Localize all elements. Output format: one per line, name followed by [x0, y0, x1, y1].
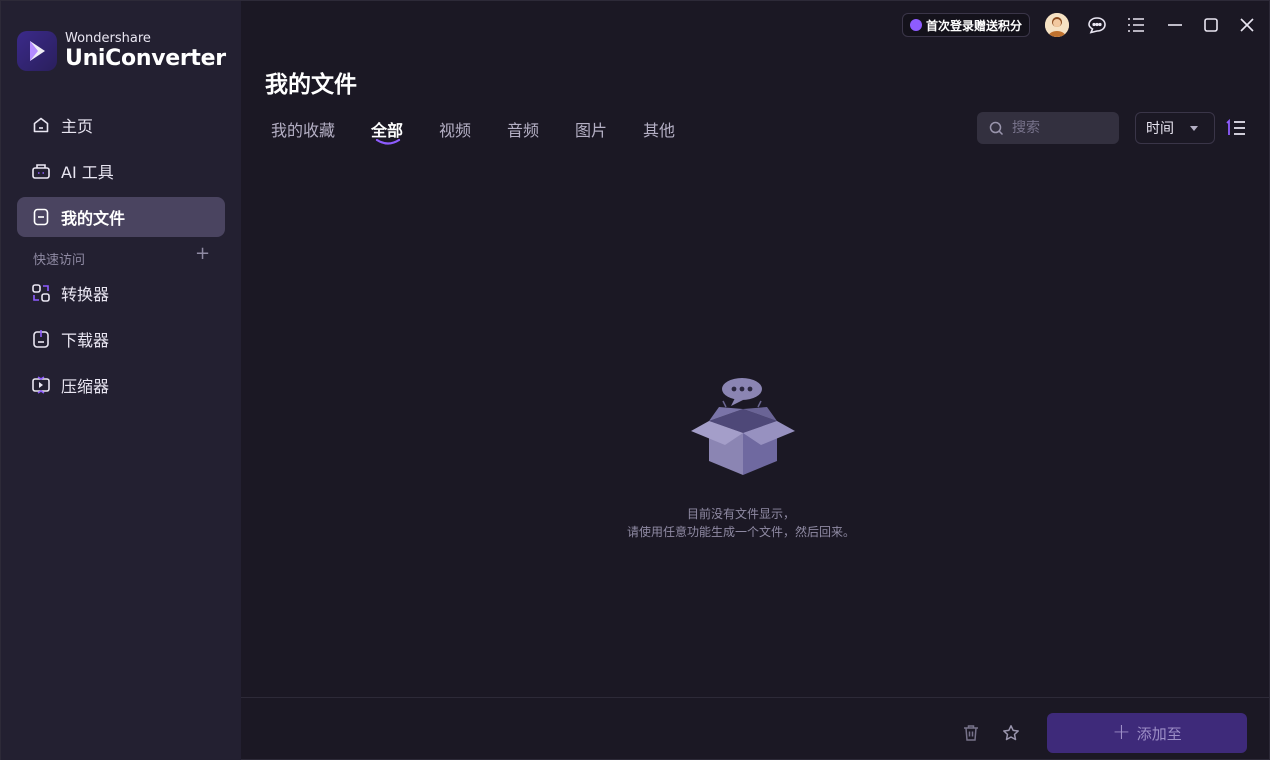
maximize-icon[interactable] — [1201, 15, 1221, 35]
sidebar-item-compressor[interactable]: 压缩器 — [17, 365, 225, 405]
tab-all[interactable]: 全部 — [371, 117, 403, 141]
search-input[interactable] — [1012, 120, 1112, 136]
tab-video[interactable]: 视频 — [439, 117, 471, 141]
menu-icon[interactable] — [1126, 15, 1146, 35]
promo-label: 首次登录赠送积分 — [926, 18, 1023, 33]
sidebar-item-converter[interactable]: 转换器 — [17, 273, 225, 313]
chevron-down-icon — [1190, 126, 1198, 131]
star-icon[interactable] — [1001, 723, 1021, 743]
tab-favorites[interactable]: 我的收藏 — [271, 117, 335, 141]
empty-state-message: 目前没有文件显示， 请使用任意功能生成一个文件，然后回来。 — [541, 505, 941, 541]
brand-name: Wondershare — [65, 31, 151, 46]
uniconverter-logo-icon — [17, 31, 57, 71]
add-to-button[interactable]: + 添加至 — [1047, 713, 1247, 753]
add-to-label: 添加至 — [1136, 724, 1182, 743]
search-icon — [989, 121, 1004, 135]
sidebar-item-label: AI 工具 — [61, 163, 114, 182]
points-icon — [910, 19, 922, 31]
plus-icon: + — [1112, 720, 1131, 745]
footer-divider — [241, 697, 1270, 698]
sidebar-item-my-files[interactable]: 我的文件 — [17, 197, 225, 237]
page-title: 我的文件 — [265, 72, 357, 98]
tab-audio[interactable]: 音频 — [507, 117, 539, 141]
feedback-icon[interactable] — [1087, 15, 1107, 35]
sidebar-item-ai-tools[interactable]: AI 工具 — [17, 151, 225, 191]
ai-tools-icon — [31, 161, 51, 181]
downloader-icon — [31, 329, 51, 349]
sidebar-item-label: 我的文件 — [61, 209, 126, 228]
quick-access-label: 快速访问 — [33, 253, 86, 268]
sidebar-item-label: 压缩器 — [61, 377, 110, 396]
sort-value: 时间 — [1146, 121, 1174, 137]
home-icon — [31, 115, 51, 135]
app-logo: Wondershare UniConverter — [17, 31, 226, 71]
product-name: UniConverter — [65, 46, 226, 71]
empty-state-line: 目前没有文件显示， — [686, 507, 795, 521]
my-files-icon — [31, 207, 51, 227]
active-tab-indicator — [375, 139, 401, 145]
sidebar-item-label: 主页 — [61, 117, 94, 136]
empty-state-line: 请使用任意功能生成一个文件，然后回来。 — [626, 525, 855, 539]
quick-access-add-button[interactable]: + — [195, 245, 210, 263]
search-box[interactable] — [977, 112, 1119, 144]
tab-other[interactable]: 其他 — [643, 117, 675, 141]
sidebar-item-label: 下载器 — [61, 331, 110, 350]
sidebar: Wondershare UniConverter 主页 AI 工具 我的文件 快… — [1, 1, 241, 760]
close-icon[interactable] — [1237, 15, 1257, 35]
tab-images[interactable]: 图片 — [575, 117, 607, 141]
sidebar-item-downloader[interactable]: 下载器 — [17, 319, 225, 359]
trash-icon[interactable] — [961, 723, 981, 743]
empty-box-illustration — [691, 378, 795, 475]
compressor-icon — [31, 375, 51, 395]
avatar[interactable] — [1045, 13, 1069, 37]
sort-dropdown[interactable]: 时间 — [1135, 112, 1215, 144]
login-bonus-button[interactable]: 首次登录赠送积分 — [902, 13, 1030, 37]
app-window: Wondershare UniConverter 主页 AI 工具 我的文件 快… — [0, 0, 1270, 760]
minimize-icon[interactable] — [1165, 15, 1185, 35]
sidebar-item-label: 转换器 — [61, 285, 110, 304]
sort-order-icon[interactable] — [1225, 118, 1247, 138]
converter-icon — [31, 283, 51, 303]
sidebar-item-home[interactable]: 主页 — [17, 105, 225, 145]
